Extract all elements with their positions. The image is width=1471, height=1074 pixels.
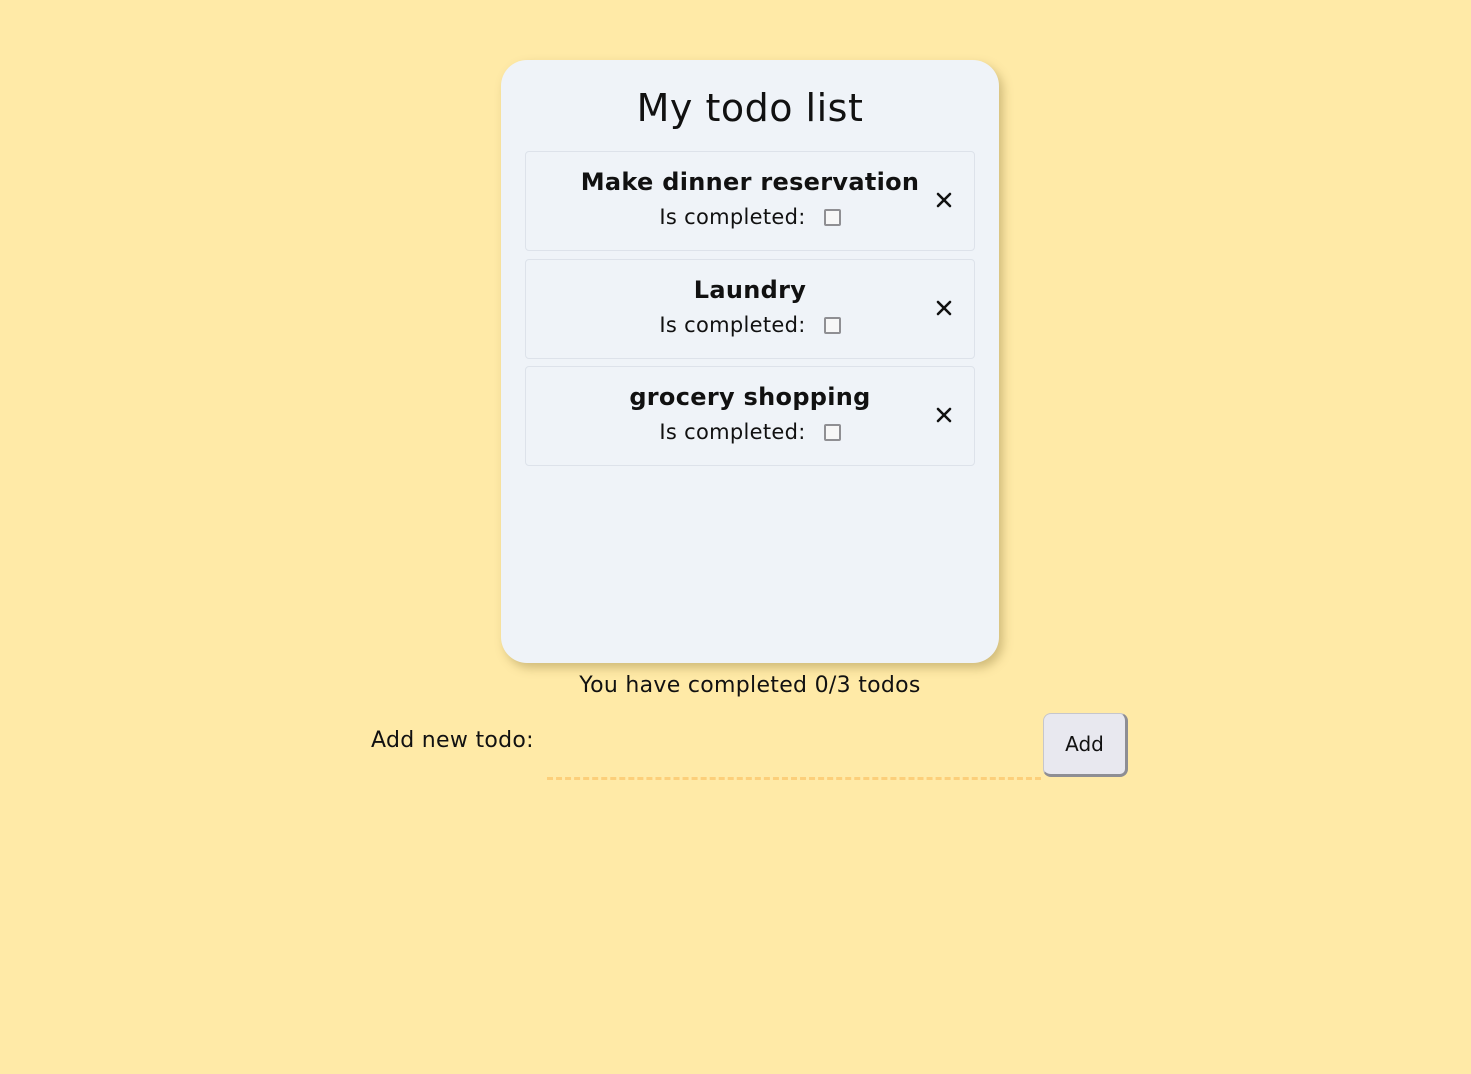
todo-status: Is completed:	[526, 419, 974, 444]
todo-status: Is completed:	[526, 312, 974, 337]
progress-text: You have completed 0/3 todos	[579, 673, 921, 698]
completed-label: Is completed:	[659, 420, 806, 444]
completed-label: Is completed:	[659, 313, 806, 337]
add-button[interactable]: Add	[1043, 713, 1128, 777]
close-icon[interactable]	[930, 294, 958, 322]
todo-name: grocery shopping	[629, 383, 871, 411]
page-title: My todo list	[636, 86, 864, 130]
todo-item: Laundry Is completed:	[525, 259, 975, 359]
completed-label: Is completed:	[659, 205, 806, 229]
todo-name: Make dinner reservation	[580, 168, 920, 196]
todo-item: Make dinner reservation Is completed:	[525, 151, 975, 251]
todo-item: grocery shopping Is completed:	[525, 366, 975, 466]
todo-name: Laundry	[693, 276, 807, 304]
todo-card: My todo list Make dinner reservation Is …	[501, 60, 999, 663]
completed-checkbox[interactable]	[823, 208, 841, 226]
close-icon[interactable]	[930, 401, 958, 429]
completed-checkbox[interactable]	[823, 316, 841, 334]
new-todo-input[interactable]	[547, 722, 1041, 780]
completed-checkbox[interactable]	[823, 423, 841, 441]
todo-status: Is completed:	[526, 204, 974, 229]
add-todo-label: Add new todo:	[371, 728, 534, 753]
close-icon[interactable]	[930, 186, 958, 214]
